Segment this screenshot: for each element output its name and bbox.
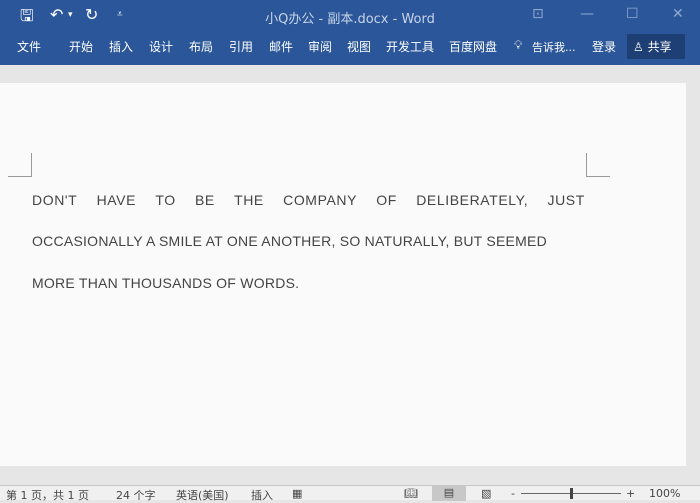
- tab-insert[interactable]: 插入: [109, 38, 133, 55]
- read-mode-icon[interactable]: 📖︎: [404, 487, 418, 500]
- share-label: 共享: [647, 40, 672, 54]
- zoom-out-button[interactable]: -: [511, 487, 515, 500]
- word: OF: [376, 192, 397, 208]
- word: TO: [155, 192, 176, 208]
- web-layout-icon[interactable]: ▧: [481, 487, 491, 500]
- window-title: 小Q办公 - 副本.docx - Word: [265, 12, 435, 27]
- tab-view[interactable]: 视图: [347, 38, 371, 55]
- tab-mailings[interactable]: 邮件: [269, 38, 293, 55]
- word: HAVE: [96, 192, 137, 208]
- lightbulb-icon: 💡︎: [514, 38, 523, 52]
- paragraph-line-2: OCCASIONALLY A SMILE AT ONE ANOTHER, SO …: [32, 233, 547, 249]
- paragraph-line-3: MORE THAN THOUSANDS OF WORDS.: [32, 275, 300, 291]
- tab-file[interactable]: 文件: [17, 38, 41, 55]
- zoom-slider-thumb[interactable]: [570, 488, 573, 499]
- word: JUST: [547, 192, 585, 208]
- word-count[interactable]: 24 个字: [116, 487, 156, 503]
- page-count[interactable]: 第 1 页，共 1 页: [6, 487, 89, 503]
- tab-design[interactable]: 设计: [149, 38, 173, 55]
- tab-review[interactable]: 审阅: [308, 38, 332, 55]
- insert-mode[interactable]: 插入: [251, 487, 273, 503]
- tab-baidu[interactable]: 百度网盘: [449, 38, 497, 55]
- title-bar: 🖫 ↶ ▾ ↻ ⩡ 小Q办公 - 副本.docx - Word ⊡ — ☐ ✕: [0, 0, 700, 32]
- tab-references[interactable]: 引用: [229, 38, 253, 55]
- login-link[interactable]: 登录: [592, 38, 616, 55]
- maximize-button[interactable]: ☐: [626, 6, 639, 22]
- tell-me-input[interactable]: 告诉我...: [532, 39, 576, 55]
- word: DELIBERATELY,: [416, 192, 529, 208]
- word: DON'T: [32, 192, 78, 208]
- document-page[interactable]: DON'T HAVE TO BE THE COMPANY OF DELIBERA…: [0, 83, 686, 466]
- person-icon: ♙: [633, 40, 644, 54]
- word: BE: [194, 192, 215, 208]
- status-bar: 第 1 页，共 1 页 24 个字 英语(美国) 插入 ▦ 📖︎ ▤ ▧ - +…: [0, 485, 700, 503]
- tab-home[interactable]: 开始: [69, 38, 93, 55]
- paragraph-line-1: DON'T HAVE TO BE THE COMPANY OF DELIBERA…: [32, 192, 585, 208]
- ruler-gap: [0, 65, 700, 83]
- close-button[interactable]: ✕: [672, 6, 684, 22]
- macro-icon[interactable]: ▦: [292, 487, 302, 500]
- ribbon-tabs: 文件 开始 插入 设计 布局 引用 邮件 审阅 视图 开发工具 百度网盘 💡︎ …: [0, 32, 700, 65]
- word: THE: [234, 192, 264, 208]
- language[interactable]: 英语(美国): [176, 487, 229, 503]
- tab-developer[interactable]: 开发工具: [386, 38, 434, 55]
- zoom-in-button[interactable]: +: [626, 487, 635, 500]
- ribbon-display-icon[interactable]: ⊡: [532, 6, 544, 22]
- minimize-button[interactable]: —: [580, 6, 594, 22]
- margin-mark-left: [8, 153, 32, 177]
- tab-layout[interactable]: 布局: [189, 38, 213, 55]
- word: COMPANY: [283, 192, 358, 208]
- margin-mark-right: [586, 153, 610, 177]
- zoom-level[interactable]: 100%: [649, 487, 680, 500]
- share-button[interactable]: ♙ 共享: [627, 34, 685, 59]
- print-layout-icon[interactable]: ▤: [432, 486, 466, 501]
